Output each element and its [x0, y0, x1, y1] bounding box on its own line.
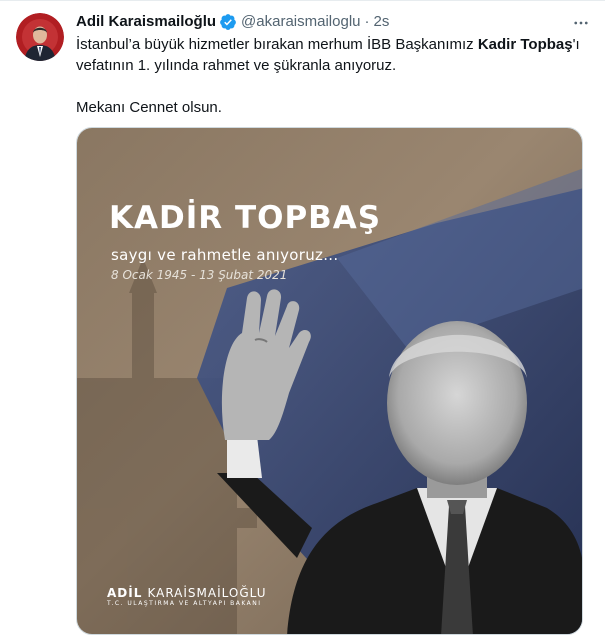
tweet[interactable]: Adil Karaismailoğlu @akaraismailoglu · 2…: [0, 0, 605, 639]
profile-photo: [16, 13, 64, 61]
image-title: KADİR TOPBAŞ: [109, 200, 382, 236]
avatar[interactable]: [16, 13, 64, 61]
author-handle[interactable]: @akaraismailoglu: [241, 12, 360, 32]
tweet-text-line2: Mekanı Cennet olsun.: [76, 99, 222, 116]
image-brand-subtitle: T.C. ULAŞTIRMA VE ALTYAPI BAKANI: [107, 600, 262, 607]
separator-dot: ·: [364, 13, 370, 30]
more-horizontal-icon: [574, 21, 588, 25]
tweet-header: Adil Karaismailoğlu @akaraismailoglu · 2…: [76, 11, 389, 33]
tweet-image[interactable]: KADİR TOPBAŞ saygı ve rahmetle anıyoruz.…: [76, 127, 583, 635]
tweet-text: İstanbul’a büyük hizmetler bırakan merhu…: [76, 34, 591, 118]
image-subtitle: saygı ve rahmetle anıyoruz...: [111, 246, 339, 264]
image-dates: 8 Ocak 1945 - 13 Şubat 2021: [111, 268, 288, 282]
image-brand: ADİL KARAİSMAİLOĞLU: [107, 586, 267, 600]
more-options-button[interactable]: [569, 11, 593, 35]
verified-badge-icon: [219, 13, 237, 31]
tweet-timestamp[interactable]: 2s: [374, 12, 390, 32]
tweet-text-line1: İstanbul’a büyük hizmetler bırakan merhu…: [76, 36, 580, 74]
author-display-name[interactable]: Adil Karaismailoğlu: [76, 12, 216, 32]
mentioned-name: Kadir Topbaş: [477, 36, 573, 53]
